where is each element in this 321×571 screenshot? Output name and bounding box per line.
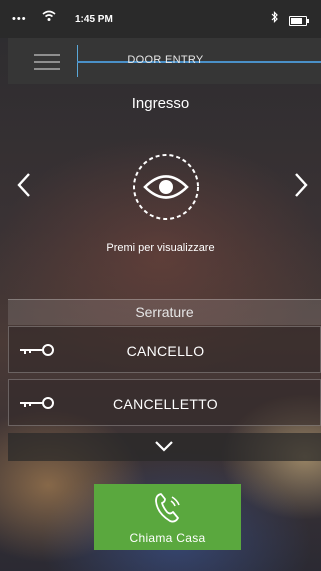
page-title: DOOR ENTRY — [127, 54, 204, 66]
hamburger-icon[interactable] — [34, 52, 60, 72]
view-caption: Premi per visualizzare — [106, 242, 215, 254]
battery-icon — [289, 16, 309, 26]
view-camera-button[interactable] — [131, 152, 201, 222]
eye-icon — [133, 154, 199, 220]
chevron-left-icon — [17, 173, 30, 197]
app-header: DOOR ENTRY — [8, 38, 321, 84]
entrance-name: Ingresso — [131, 95, 190, 112]
call-home-label: Chiama Casa — [129, 531, 206, 545]
bluetooth-icon — [271, 11, 279, 26]
expand-locks-button[interactable] — [8, 433, 321, 461]
lock-label: CANCELLETTO — [113, 396, 218, 412]
lock-label: CANCELLO — [126, 343, 205, 359]
door-entry-screen: ••• 1:45 PM DOOR ENTRY Ingresso Premi pe… — [0, 0, 321, 571]
phone-icon — [155, 493, 180, 523]
signal-indicator: ••• — [12, 13, 27, 25]
call-home-button[interactable]: Chiama Casa — [94, 484, 241, 550]
wifi-icon — [42, 10, 56, 25]
lock-item-cancelletto[interactable]: CANCELLETTO — [8, 379, 321, 426]
chevron-right-icon — [295, 173, 308, 197]
locks-section-title: Serrature — [8, 299, 321, 325]
next-entrance-button[interactable] — [293, 172, 309, 204]
lock-item-cancello[interactable]: CANCELLO — [8, 326, 321, 373]
chevron-down-icon — [155, 441, 173, 452]
status-time: 1:45 PM — [75, 14, 113, 25]
previous-entrance-button[interactable] — [16, 172, 32, 204]
status-bar: ••• 1:45 PM — [0, 0, 321, 38]
